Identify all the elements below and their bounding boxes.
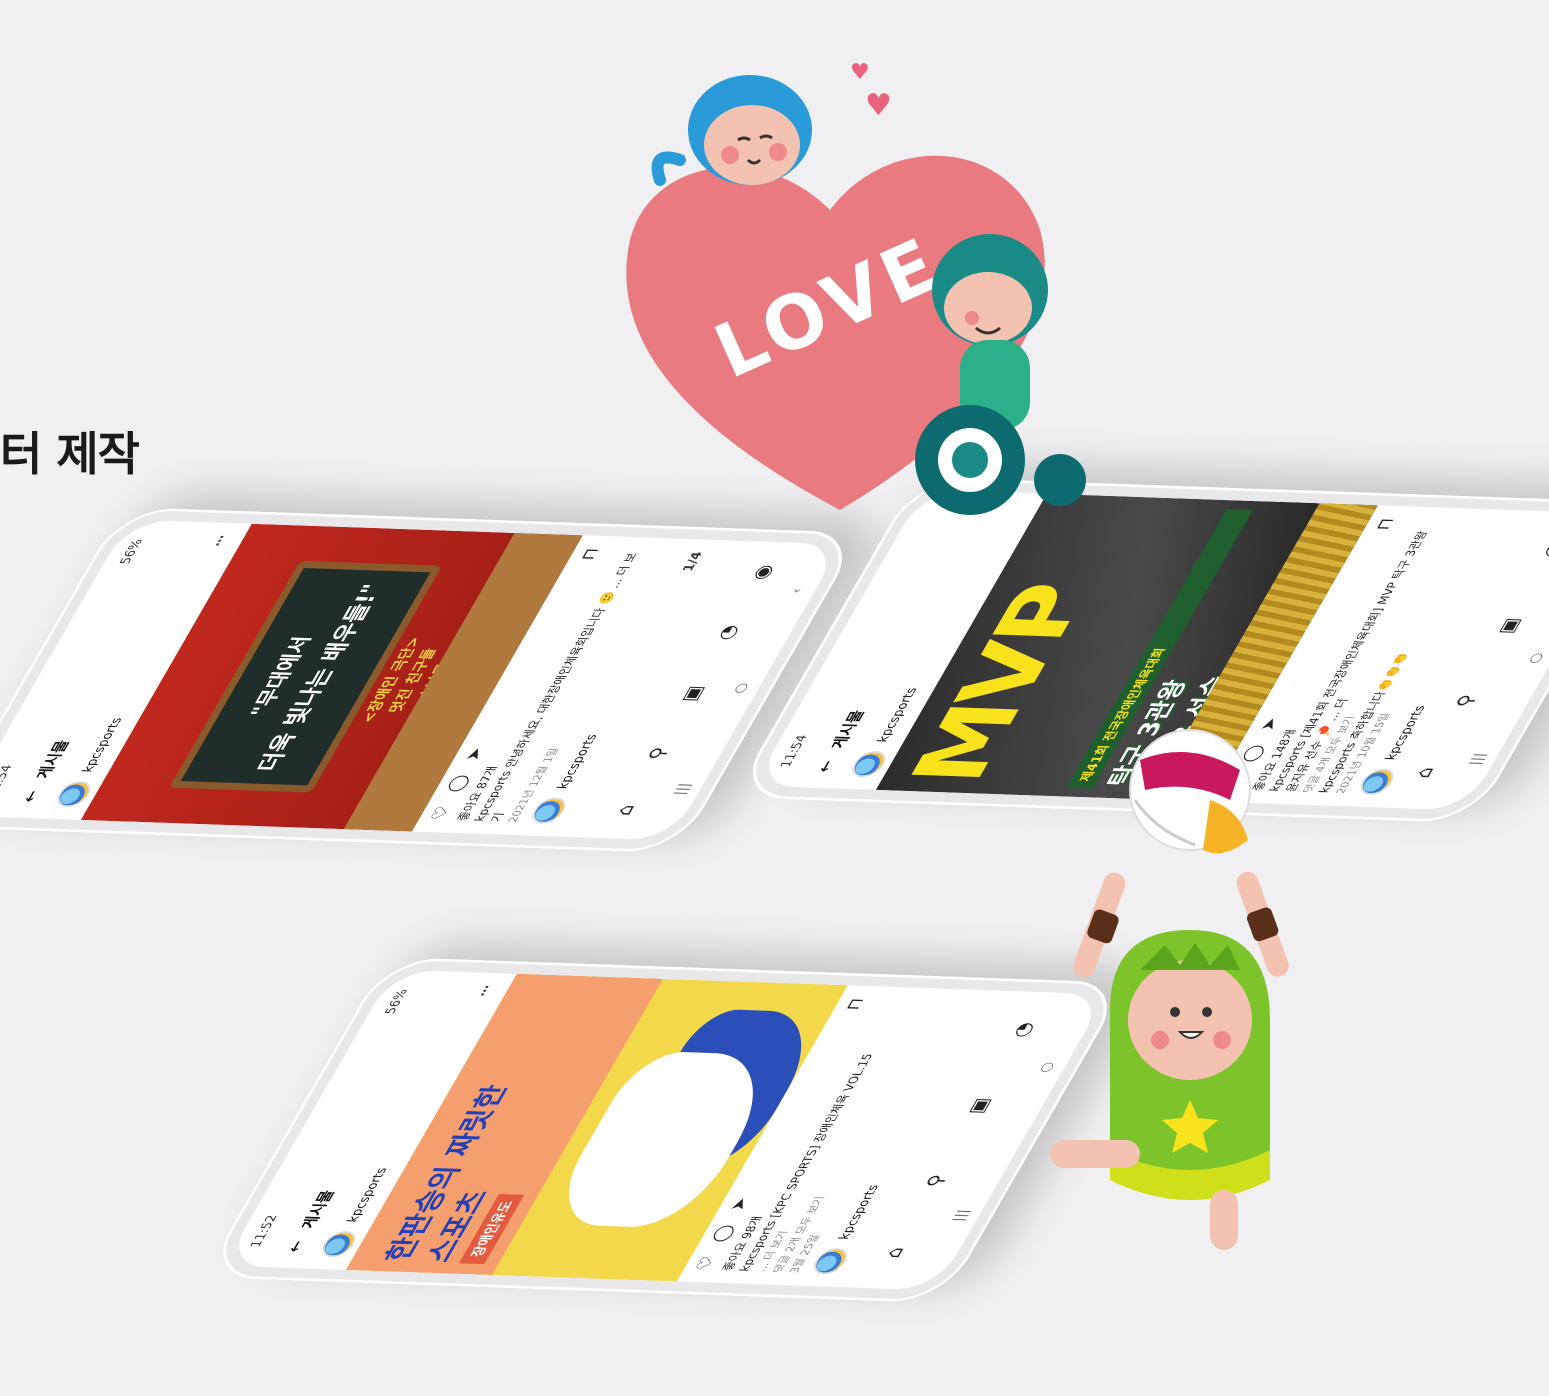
search-icon[interactable]: ⚲ bbox=[920, 1174, 951, 1188]
bookmark-icon[interactable]: ⊓ bbox=[841, 998, 868, 1011]
heart-icon[interactable]: ♡ bbox=[426, 806, 455, 821]
search-icon[interactable]: ⚲ bbox=[642, 747, 673, 761]
share-icon[interactable]: ➤ bbox=[460, 747, 488, 761]
volleyball-character bbox=[1050, 729, 1289, 1250]
share-icon[interactable]: ➤ bbox=[725, 1197, 753, 1211]
avatar[interactable] bbox=[526, 797, 572, 825]
back-chevron-icon[interactable]: ‹ bbox=[788, 588, 806, 593]
phone-screen: 11:54 56% ← 게시물 kpcsports ⋯ "무대에서 더욱 빛나는… bbox=[0, 519, 842, 841]
avatar[interactable] bbox=[808, 1247, 853, 1275]
page-headline: 터 제작 bbox=[0, 427, 140, 481]
reels-icon[interactable]: ▣ bbox=[962, 1097, 995, 1114]
comment-icon[interactable]: ◯ bbox=[442, 774, 473, 792]
bookmark-icon[interactable]: ⊓ bbox=[576, 548, 603, 561]
back-arrow-icon[interactable]: ← bbox=[282, 1240, 307, 1252]
home-icon[interactable]: ⌂ bbox=[879, 1247, 909, 1259]
heart-icon[interactable]: ♡ bbox=[691, 1256, 720, 1271]
page-badge: 1/4 bbox=[679, 551, 706, 572]
more-options-icon[interactable]: ⋯ bbox=[210, 535, 231, 547]
home-icon[interactable]: ⌂ bbox=[610, 804, 640, 816]
reels-icon[interactable]: ▣ bbox=[1492, 617, 1525, 634]
phone-mockup-bottom: 11:52 56% ← 게시물 kpcsports ⋯ 한판승의 짜릿한 스포츠… bbox=[202, 956, 1128, 1304]
wheelchair-character bbox=[915, 234, 1086, 515]
back-arrow-icon[interactable]: ← bbox=[17, 790, 42, 802]
bookmark-icon[interactable]: ⊓ bbox=[1371, 518, 1398, 531]
small-heart-icon: ♥ bbox=[850, 60, 870, 85]
phone-mockup-left: 11:54 56% ← 게시물 kpcsports ⋯ "무대에서 더욱 빛나는… bbox=[0, 506, 863, 854]
small-heart-icon: ♥ bbox=[865, 88, 892, 123]
more-options-icon[interactable]: ⋯ bbox=[475, 985, 496, 997]
shop-icon[interactable]: ◔ bbox=[711, 625, 743, 641]
profile-avatar-icon[interactable]: ◉ bbox=[746, 564, 778, 580]
search-icon[interactable]: ⚲ bbox=[1450, 694, 1481, 708]
blue-character bbox=[651, 75, 812, 186]
reels-icon[interactable]: ▣ bbox=[676, 685, 709, 702]
phone-screen: 11:52 56% ← 게시물 kpcsports ⋯ 한판승의 짜릿한 스포츠… bbox=[223, 969, 1107, 1291]
back-arrow-icon[interactable]: ← bbox=[812, 760, 837, 772]
home-icon[interactable]: ⌂ bbox=[1409, 767, 1439, 779]
love-heart-illustration: LOVE ♥ ♥ bbox=[610, 60, 1090, 520]
comment-icon[interactable]: ◯ bbox=[707, 1224, 738, 1242]
shop-icon[interactable]: ◔ bbox=[1537, 542, 1549, 558]
